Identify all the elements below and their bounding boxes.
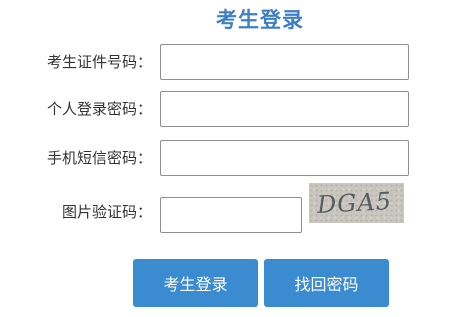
captcha-code: DGA5 bbox=[316, 187, 393, 219]
password-input[interactable] bbox=[160, 91, 409, 127]
login-button[interactable]: 考生登录 bbox=[133, 259, 258, 307]
id-number-label: 考生证件号码： bbox=[46, 53, 152, 71]
recover-password-button[interactable]: 找回密码 bbox=[264, 259, 389, 307]
page-title: 考生登录 bbox=[216, 8, 304, 32]
login-panel: 考生登录 考生证件号码： 个人登录密码： 手机短信密码： 图片验证码： DGA5… bbox=[0, 0, 458, 317]
id-number-input[interactable] bbox=[160, 44, 409, 80]
captcha-image[interactable]: DGA5 bbox=[309, 183, 404, 223]
captcha-label: 图片验证码： bbox=[61, 203, 152, 221]
sms-code-label: 手机短信密码： bbox=[46, 149, 152, 167]
password-label: 个人登录密码： bbox=[46, 100, 152, 118]
captcha-input[interactable] bbox=[160, 197, 302, 233]
sms-code-input[interactable] bbox=[160, 140, 409, 176]
